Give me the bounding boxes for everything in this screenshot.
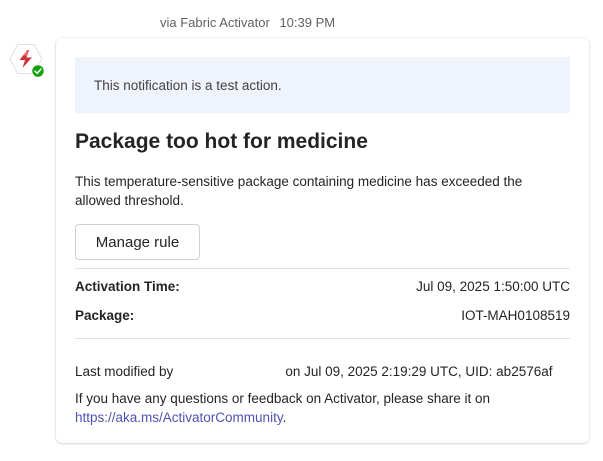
modified-suffix: on Jul 09, 2025 2:19:29 UTC, UID: ab2576…: [285, 363, 553, 379]
modified-prefix: Last modified by: [75, 363, 174, 379]
test-action-banner: This notification is a test action.: [75, 57, 570, 113]
activator-community-link[interactable]: https://aka.ms/ActivatorCommunity: [75, 410, 283, 425]
chat-message: via Fabric Activator 10:39 PM This notif…: [0, 0, 603, 461]
fact-label: Activation Time:: [75, 279, 180, 294]
adaptive-card: This notification is a test action. Pack…: [56, 38, 589, 443]
message-timestamp: 10:39 PM: [279, 15, 336, 30]
fact-value: Jul 09, 2025 1:50:00 UTC: [416, 279, 570, 294]
sender-via: via Fabric Activator: [160, 15, 270, 30]
fact-value: IOT-MAH0108519: [461, 308, 570, 323]
card-description: This temperature-sensitive package conta…: [75, 174, 523, 208]
manage-rule-button[interactable]: Manage rule: [75, 224, 200, 260]
available-check-icon: [31, 64, 45, 78]
fact-row-activation-time: Activation Time: Jul 09, 2025 1:50:00 UT…: [75, 279, 570, 294]
feedback-period: .: [282, 410, 287, 425]
message-header: via Fabric Activator 10:39 PM: [160, 15, 335, 30]
avatar[interactable]: [8, 41, 45, 78]
card-title: Package too hot for medicine: [75, 130, 368, 153]
divider: [75, 338, 570, 339]
feedback-text: If you have any questions or feedback on…: [75, 389, 555, 427]
last-modified-line: Last modified by on Jul 09, 2025 2:19:29…: [75, 356, 553, 386]
banner-text: This notification is a test action.: [94, 77, 282, 93]
fact-label: Package:: [75, 308, 135, 323]
divider: [75, 268, 570, 269]
redacted-user: [177, 356, 282, 386]
fact-row-package: Package: IOT-MAH0108519: [75, 308, 570, 323]
feedback-prefix: If you have any questions or feedback on…: [75, 391, 491, 406]
